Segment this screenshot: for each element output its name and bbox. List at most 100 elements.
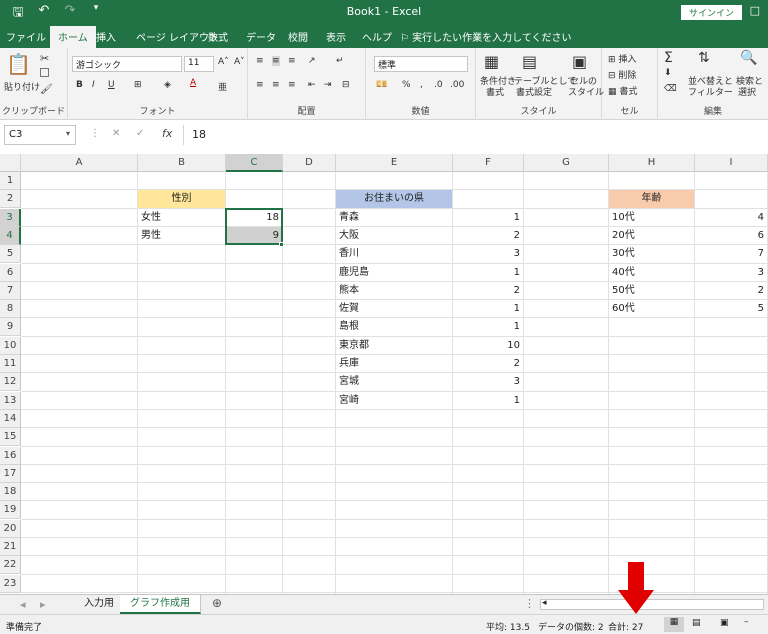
ribbon-tab[interactable]: 表示 bbox=[326, 29, 346, 44]
prefecture-value-cell[interactable]: 2 bbox=[453, 282, 523, 300]
page-break-view-icon[interactable]: ▣ bbox=[720, 618, 729, 628]
ribbon-tab[interactable]: 校閲 bbox=[288, 29, 308, 44]
prefecture-label-cell[interactable]: 宮城 bbox=[336, 373, 452, 391]
prefecture-label-cell[interactable]: 佐賀 bbox=[336, 300, 452, 318]
age-header-cell[interactable]: 年齢 bbox=[609, 190, 694, 209]
wrap-text-icon[interactable]: ↵ bbox=[336, 56, 344, 66]
italic-icon[interactable]: I bbox=[92, 80, 95, 90]
row-header[interactable]: 4 bbox=[0, 226, 21, 245]
conditional-formatting-button-2[interactable]: 書式 bbox=[486, 85, 504, 98]
age-value-cell[interactable]: 4 bbox=[695, 209, 767, 227]
prefecture-value-cell[interactable]: 10 bbox=[453, 337, 523, 355]
prefecture-value-cell[interactable]: 1 bbox=[453, 209, 523, 227]
decrease-indent-icon[interactable]: ⇤ bbox=[308, 80, 316, 90]
age-value-cell[interactable]: 3 bbox=[695, 264, 767, 282]
align-center-icon[interactable]: ≡ bbox=[272, 80, 280, 90]
age-label-cell[interactable]: 60代 bbox=[609, 300, 694, 318]
row-header[interactable]: 7 bbox=[0, 281, 21, 300]
row-header[interactable]: 11 bbox=[0, 355, 21, 373]
increase-decimal-icon[interactable]: .0 bbox=[434, 80, 443, 90]
copy-icon[interactable] bbox=[40, 68, 49, 78]
font-color-icon[interactable]: A bbox=[190, 78, 196, 88]
cancel-icon[interactable]: ✕ bbox=[112, 128, 120, 139]
cell-styles-button-2[interactable]: スタイル bbox=[568, 85, 604, 98]
row-header[interactable]: 5 bbox=[0, 245, 21, 264]
font-name-combo[interactable]: 游ゴシック bbox=[72, 56, 182, 72]
prefecture-label-cell[interactable]: 宮崎 bbox=[336, 392, 452, 410]
ribbon-tab[interactable]: 数式 bbox=[208, 29, 228, 44]
column-header[interactable]: I bbox=[695, 154, 768, 172]
row-header[interactable]: 6 bbox=[0, 263, 21, 282]
autosum-icon[interactable]: Σ bbox=[664, 50, 673, 66]
row-header[interactable]: 14 bbox=[0, 409, 21, 428]
underline-icon[interactable]: U bbox=[108, 80, 115, 90]
middle-align-icon[interactable]: ≡ bbox=[272, 56, 280, 66]
find-select-icon[interactable]: 🔍 bbox=[740, 50, 757, 66]
age-label-cell[interactable]: 30代 bbox=[609, 245, 694, 263]
sort-filter-button-2[interactable]: フィルター bbox=[688, 85, 733, 98]
row-header[interactable]: 15 bbox=[0, 428, 21, 447]
column-header[interactable]: D bbox=[283, 154, 336, 172]
ribbon-tab[interactable]: 挿入 bbox=[96, 29, 116, 44]
format-cells-button[interactable]: ▦ 書式 bbox=[608, 84, 637, 97]
conditional-formatting-icon[interactable]: ▦ bbox=[484, 52, 499, 71]
row-header[interactable]: 8 bbox=[0, 300, 21, 319]
new-sheet-icon[interactable]: ⊕ bbox=[212, 596, 222, 610]
signin-button[interactable]: サインイン bbox=[680, 5, 742, 20]
age-label-cell[interactable]: 20代 bbox=[609, 227, 694, 245]
sheet-tab[interactable]: グラフ作成用 bbox=[120, 595, 201, 614]
ribbon-display-options-icon[interactable]: □ bbox=[750, 4, 760, 17]
merge-center-icon[interactable]: ⊟ bbox=[342, 80, 350, 90]
paste-icon[interactable]: 📋 bbox=[6, 52, 31, 76]
clear-icon[interactable]: ⌫ bbox=[664, 84, 677, 94]
row-header[interactable]: 22 bbox=[0, 556, 21, 575]
gender-label-cell[interactable]: 男性 bbox=[138, 227, 225, 245]
row-header[interactable]: 13 bbox=[0, 391, 21, 410]
number-format-combo[interactable]: 標準 bbox=[374, 56, 468, 72]
row-header[interactable]: 2 bbox=[0, 190, 21, 209]
scroll-sheets-right-icon[interactable]: ▸ bbox=[40, 598, 46, 611]
scroll-left-icon[interactable]: ◂ bbox=[542, 598, 547, 608]
enter-icon[interactable]: ✓ bbox=[136, 128, 144, 139]
decrease-decimal-icon[interactable]: .00 bbox=[450, 80, 464, 90]
prefecture-value-cell[interactable]: 2 bbox=[453, 227, 523, 245]
fill-handle[interactable] bbox=[279, 242, 284, 248]
age-label-cell[interactable]: 40代 bbox=[609, 264, 694, 282]
age-label-cell[interactable]: 10代 bbox=[609, 209, 694, 227]
sheet-tab[interactable]: 入力用 bbox=[74, 595, 125, 614]
row-header[interactable]: 21 bbox=[0, 538, 21, 556]
prefecture-label-cell[interactable]: 青森 bbox=[336, 209, 452, 227]
align-right-icon[interactable]: ≡ bbox=[288, 80, 296, 90]
orientation-icon[interactable]: ↗ bbox=[308, 56, 316, 66]
format-as-table-button-2[interactable]: 書式設定 bbox=[516, 85, 552, 98]
align-left-icon[interactable]: ≡ bbox=[256, 80, 264, 90]
scroll-sheets-left-icon[interactable]: ◂ bbox=[20, 598, 26, 611]
column-header[interactable]: H bbox=[609, 154, 695, 172]
increase-indent-icon[interactable]: ⇥ bbox=[324, 80, 332, 90]
prefecture-value-cell[interactable]: 1 bbox=[453, 318, 523, 336]
find-select-button-2[interactable]: 選択 bbox=[738, 85, 756, 98]
row-header[interactable]: 17 bbox=[0, 464, 21, 483]
ribbon-tab[interactable]: ファイル bbox=[6, 29, 46, 44]
row-header[interactable]: 10 bbox=[0, 336, 21, 355]
age-value-cell[interactable]: 6 bbox=[695, 227, 767, 245]
accounting-format-icon[interactable]: 💴 bbox=[376, 80, 387, 90]
prefecture-label-cell[interactable]: 香川 bbox=[336, 245, 452, 263]
age-value-cell[interactable]: 2 bbox=[695, 282, 767, 300]
prefecture-value-cell[interactable]: 3 bbox=[453, 245, 523, 263]
sort-filter-icon[interactable]: ⇅ bbox=[698, 50, 710, 66]
paste-button[interactable]: 貼り付け bbox=[4, 80, 40, 93]
fill-icon[interactable]: ⬇ bbox=[664, 68, 672, 78]
cell-styles-icon[interactable]: ▣ bbox=[572, 52, 587, 71]
column-header[interactable]: G bbox=[524, 154, 609, 172]
format-painter-icon[interactable]: 🖌 bbox=[40, 84, 53, 95]
column-header[interactable]: A bbox=[21, 154, 138, 172]
top-align-icon[interactable]: ≡ bbox=[256, 56, 264, 66]
shrink-font-icon[interactable]: A˅ bbox=[234, 57, 245, 67]
prefecture-value-cell[interactable]: 1 bbox=[453, 264, 523, 282]
percent-icon[interactable]: % bbox=[402, 80, 411, 90]
prefecture-label-cell[interactable]: 鹿児島 bbox=[336, 264, 452, 282]
column-header[interactable]: B bbox=[138, 154, 226, 172]
format-as-table-icon[interactable]: ▤ bbox=[522, 52, 537, 71]
fill-color-icon[interactable]: ◈ bbox=[164, 80, 171, 90]
